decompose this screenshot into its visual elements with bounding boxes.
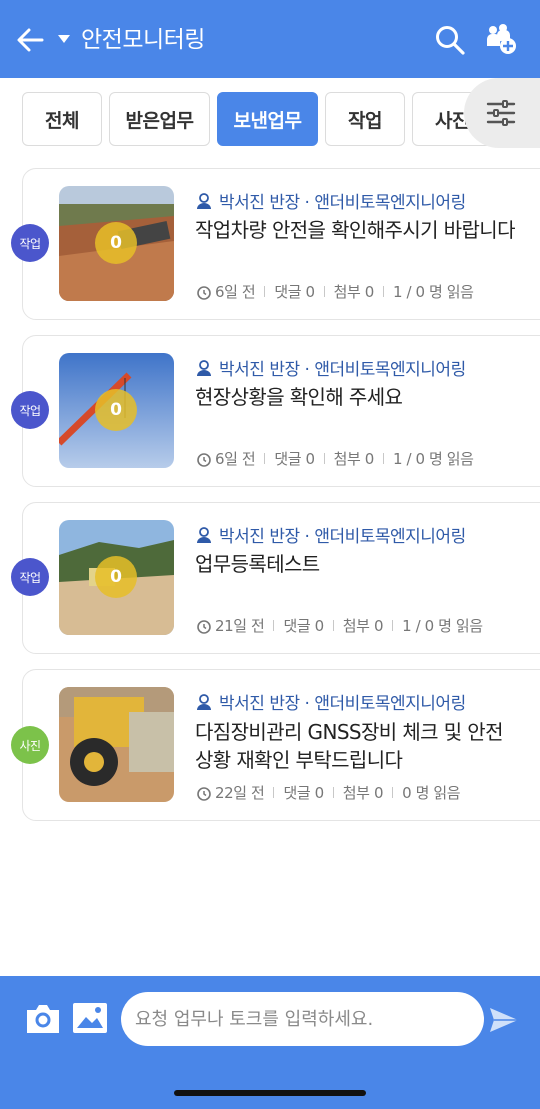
comment-count: 댓글 0 bbox=[274, 283, 315, 301]
user-icon bbox=[197, 693, 211, 710]
attachment-count: 첨부 0 bbox=[342, 617, 384, 635]
clock-icon bbox=[197, 285, 211, 300]
type-badge: 작업 bbox=[11, 391, 49, 429]
post-time: 6일 전 bbox=[215, 450, 256, 468]
send-icon[interactable] bbox=[488, 1006, 520, 1034]
post-meta: 22일 전 댓글 0 첨부 0 0 명 읽음 bbox=[196, 782, 461, 803]
post-thumbnail[interactable] bbox=[59, 687, 174, 802]
filter-sliders-icon[interactable] bbox=[486, 100, 516, 126]
type-badge: 작업 bbox=[11, 224, 49, 262]
post-meta: 6일 전 댓글 0 첨부 0 1 / 0 명 읽음 bbox=[196, 448, 474, 469]
type-badge: 사진 bbox=[11, 726, 49, 764]
author-row: 박서진 반장 · 앤더비토목엔지니어링 bbox=[195, 689, 466, 714]
user-icon bbox=[197, 192, 211, 209]
read-count: 1 / 0 명 읽음 bbox=[392, 283, 474, 301]
image-icon[interactable] bbox=[71, 1000, 109, 1036]
post-meta: 21일 전 댓글 0 첨부 0 1 / 0 명 읽음 bbox=[196, 615, 483, 636]
read-count: 0 명 읽음 bbox=[402, 784, 461, 802]
attachment-count: 첨부 0 bbox=[333, 450, 375, 468]
post-time: 6일 전 bbox=[215, 283, 256, 301]
user-icon bbox=[197, 526, 211, 543]
comment-count: 댓글 0 bbox=[283, 617, 324, 635]
read-count: 1 / 0 명 읽음 bbox=[402, 617, 483, 635]
filter-tabs: 전체 받은업무 보낸업무 작업 사진 bbox=[0, 92, 540, 148]
page-title[interactable]: 안전모니터링 bbox=[81, 24, 205, 56]
type-badge: 작업 bbox=[11, 558, 49, 596]
clock-icon bbox=[197, 452, 211, 467]
post-meta: 6일 전 댓글 0 첨부 0 1 / 0 명 읽음 bbox=[196, 281, 474, 302]
home-indicator bbox=[174, 1090, 366, 1096]
tab-received[interactable]: 받은업무 bbox=[109, 92, 210, 146]
comment-count: 댓글 0 bbox=[283, 784, 324, 802]
post-title[interactable]: 다짐장비관리 GNSS장비 체크 및 안전상황 재확인 부탁드립니다 bbox=[195, 718, 520, 774]
post-time: 22일 전 bbox=[215, 784, 265, 802]
comment-count: 댓글 0 bbox=[274, 450, 315, 468]
camera-icon[interactable] bbox=[24, 1000, 62, 1036]
author-row: 박서진 반장 · 앤더비토목엔지니어링 bbox=[195, 355, 466, 380]
clock-icon bbox=[197, 619, 211, 634]
attachment-count: 첨부 0 bbox=[333, 283, 375, 301]
image-count-badge: 0 bbox=[95, 389, 137, 431]
dropdown-caret-icon[interactable] bbox=[58, 35, 70, 43]
post-title[interactable]: 업무등록테스트 bbox=[195, 550, 520, 578]
tab-sent[interactable]: 보낸업무 bbox=[217, 92, 318, 146]
author-name: 박서진 반장 · 앤더비토목엔지니어링 bbox=[219, 360, 466, 380]
post-thumbnail[interactable]: 0 bbox=[59, 353, 174, 468]
post-thumbnail[interactable]: 0 bbox=[59, 186, 174, 301]
message-input[interactable] bbox=[121, 992, 484, 1046]
post-title[interactable]: 작업차량 안전을 확인해주시기 바랍니다 bbox=[195, 216, 520, 244]
app-header: 안전모니터링 bbox=[0, 0, 540, 78]
search-icon[interactable] bbox=[434, 24, 466, 56]
image-count-badge: 0 bbox=[95, 222, 137, 264]
post-time: 21일 전 bbox=[215, 617, 265, 635]
author-row: 박서진 반장 · 앤더비토목엔지니어링 bbox=[195, 522, 466, 547]
image-count-badge: 0 bbox=[95, 556, 137, 598]
post-title[interactable]: 현장상황을 확인해 주세요 bbox=[195, 383, 520, 411]
people-add-icon[interactable] bbox=[484, 22, 518, 56]
user-icon bbox=[197, 359, 211, 376]
tab-all[interactable]: 전체 bbox=[22, 92, 102, 146]
author-name: 박서진 반장 · 앤더비토목엔지니어링 bbox=[219, 694, 466, 714]
author-name: 박서진 반장 · 앤더비토목엔지니어링 bbox=[219, 193, 466, 213]
author-name: 박서진 반장 · 앤더비토목엔지니어링 bbox=[219, 527, 466, 547]
back-arrow-icon[interactable] bbox=[14, 24, 46, 56]
clock-icon bbox=[197, 786, 211, 801]
tab-work[interactable]: 작업 bbox=[325, 92, 405, 146]
author-row: 박서진 반장 · 앤더비토목엔지니어링 bbox=[195, 188, 466, 213]
post-thumbnail[interactable]: 0 bbox=[59, 520, 174, 635]
attachment-count: 첨부 0 bbox=[342, 784, 384, 802]
read-count: 1 / 0 명 읽음 bbox=[392, 450, 474, 468]
